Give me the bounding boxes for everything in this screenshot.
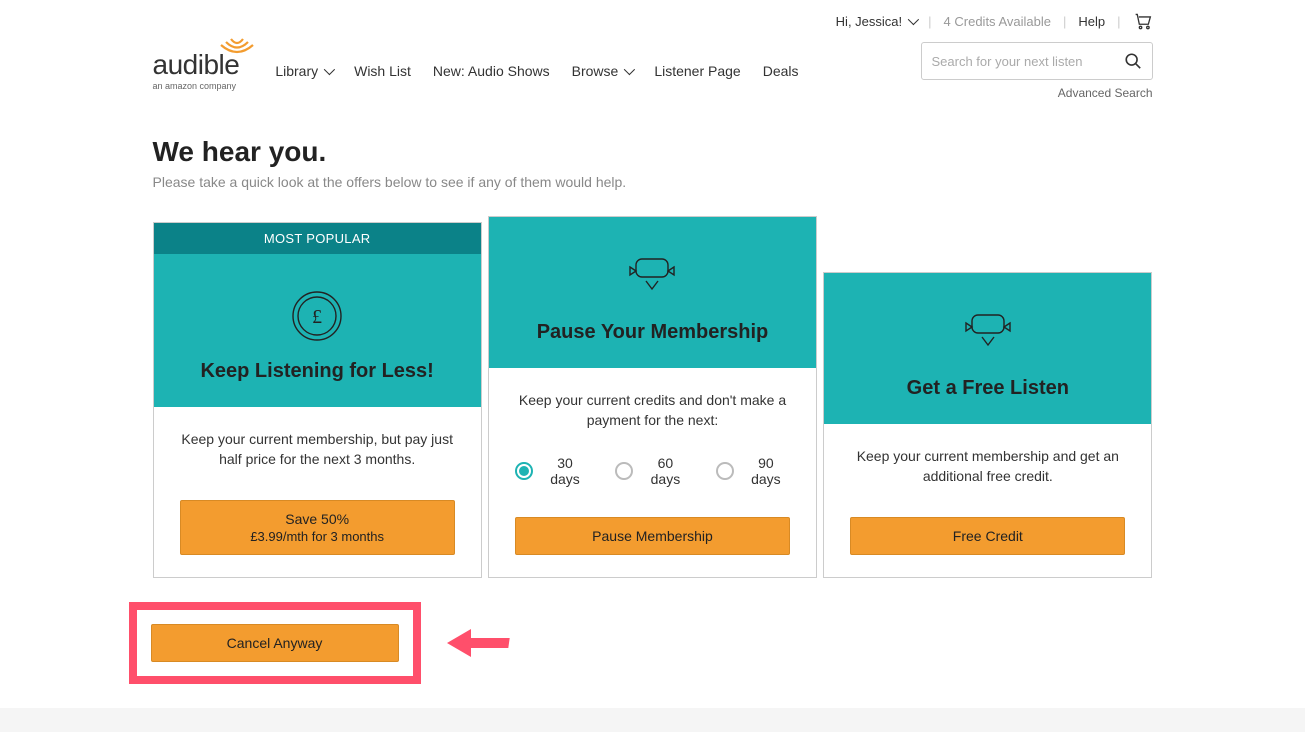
nav-library[interactable]: Library bbox=[275, 63, 332, 79]
radio-label: 90 days bbox=[742, 455, 791, 487]
nav-audioshows[interactable]: New: Audio Shows bbox=[433, 63, 550, 79]
pause-membership-button[interactable]: Pause Membership bbox=[515, 517, 790, 555]
search-icon[interactable] bbox=[1124, 52, 1142, 70]
nav-deals[interactable]: Deals bbox=[763, 63, 799, 79]
save-50-button[interactable]: Save 50% £3.99/mth for 3 months bbox=[180, 500, 455, 555]
card-title: Get a Free Listen bbox=[834, 377, 1141, 400]
separator: | bbox=[928, 14, 931, 29]
button-line1: Pause Membership bbox=[528, 528, 777, 544]
greeting-label: Hi, Jessica! bbox=[836, 14, 902, 29]
card-title: Pause Your Membership bbox=[499, 321, 806, 344]
card-title: Keep Listening for Less! bbox=[164, 360, 471, 383]
logo[interactable]: audible an amazon company bbox=[153, 51, 252, 91]
separator: | bbox=[1063, 14, 1066, 29]
cancel-highlight-box: Cancel Anyway bbox=[129, 602, 421, 684]
radio-icon bbox=[716, 462, 734, 480]
cancel-anyway-button[interactable]: Cancel Anyway bbox=[151, 624, 399, 662]
arrow-annotation bbox=[447, 635, 527, 651]
pause-option-90[interactable]: 90 days bbox=[716, 455, 790, 487]
most-popular-badge: MOST POPULAR bbox=[154, 223, 481, 254]
nav-library-label: Library bbox=[275, 63, 318, 79]
offer-card-keep-listening: MOST POPULAR £ Keep Listening for Less! … bbox=[153, 222, 482, 578]
card-desc: Keep your current membership and get an … bbox=[850, 446, 1125, 487]
button-label: Cancel Anyway bbox=[227, 635, 323, 651]
chevron-down-icon bbox=[324, 64, 335, 75]
button-line1: Free Credit bbox=[863, 528, 1112, 544]
footer-strip bbox=[0, 708, 1305, 732]
nav-browse[interactable]: Browse bbox=[572, 63, 633, 79]
pause-option-60[interactable]: 60 days bbox=[615, 455, 689, 487]
radio-label: 60 days bbox=[641, 455, 690, 487]
logo-subtext: an amazon company bbox=[153, 81, 237, 91]
offer-card-free-listen: Get a Free Listen Keep your current memb… bbox=[823, 272, 1152, 578]
logo-wave-icon bbox=[217, 37, 257, 68]
svg-text:£: £ bbox=[312, 306, 322, 328]
cart-icon[interactable] bbox=[1133, 12, 1153, 30]
search-input[interactable] bbox=[932, 54, 1124, 69]
card-header: Pause Your Membership bbox=[489, 217, 816, 368]
chevron-down-icon bbox=[624, 64, 635, 75]
radio-icon bbox=[515, 462, 533, 480]
free-credit-button[interactable]: Free Credit bbox=[850, 517, 1125, 555]
ribbon-badge-icon bbox=[499, 253, 806, 303]
radio-icon bbox=[615, 462, 633, 480]
pause-duration-options: 30 days 60 days 90 days bbox=[515, 455, 790, 487]
advanced-search-link[interactable]: Advanced Search bbox=[1058, 86, 1153, 100]
card-header: Get a Free Listen bbox=[824, 273, 1151, 424]
card-body: Keep your current membership and get an … bbox=[824, 424, 1151, 577]
search-wrap: Advanced Search bbox=[921, 42, 1153, 100]
pound-coin-icon: £ bbox=[164, 290, 471, 342]
button-line1: Save 50% bbox=[193, 511, 442, 527]
ribbon-badge-icon bbox=[834, 309, 1141, 359]
nav-wishlist[interactable]: Wish List bbox=[354, 63, 411, 79]
button-line2: £3.99/mth for 3 months bbox=[193, 529, 442, 544]
nav-listenerpage[interactable]: Listener Page bbox=[654, 63, 740, 79]
radio-label: 30 days bbox=[541, 455, 590, 487]
offer-cards: MOST POPULAR £ Keep Listening for Less! … bbox=[153, 216, 1153, 578]
offer-card-pause: Pause Your Membership Keep your current … bbox=[488, 216, 817, 578]
card-desc: Keep your current credits and don't make… bbox=[515, 390, 790, 431]
card-body: Keep your current membership, but pay ju… bbox=[154, 407, 481, 577]
search-box[interactable] bbox=[921, 42, 1153, 80]
chevron-down-icon bbox=[908, 14, 919, 25]
page-title: We hear you. bbox=[153, 136, 1153, 168]
help-link[interactable]: Help bbox=[1078, 14, 1105, 29]
nav-browse-label: Browse bbox=[572, 63, 619, 79]
card-desc: Keep your current membership, but pay ju… bbox=[180, 429, 455, 470]
main-nav: Library Wish List New: Audio Shows Brows… bbox=[275, 63, 896, 79]
card-header: £ Keep Listening for Less! bbox=[154, 254, 481, 407]
utility-bar: Hi, Jessica! | 4 Credits Available | Hel… bbox=[153, 0, 1153, 36]
page-subtitle: Please take a quick look at the offers b… bbox=[153, 174, 1153, 190]
cancel-section: Cancel Anyway bbox=[129, 602, 1153, 708]
credits-available: 4 Credits Available bbox=[944, 14, 1051, 29]
pause-option-30[interactable]: 30 days bbox=[515, 455, 589, 487]
card-body: Keep your current credits and don't make… bbox=[489, 368, 816, 577]
separator: | bbox=[1117, 14, 1120, 29]
header: audible an amazon company Library Wish L… bbox=[153, 36, 1153, 108]
greeting-dropdown[interactable]: Hi, Jessica! bbox=[836, 14, 916, 29]
